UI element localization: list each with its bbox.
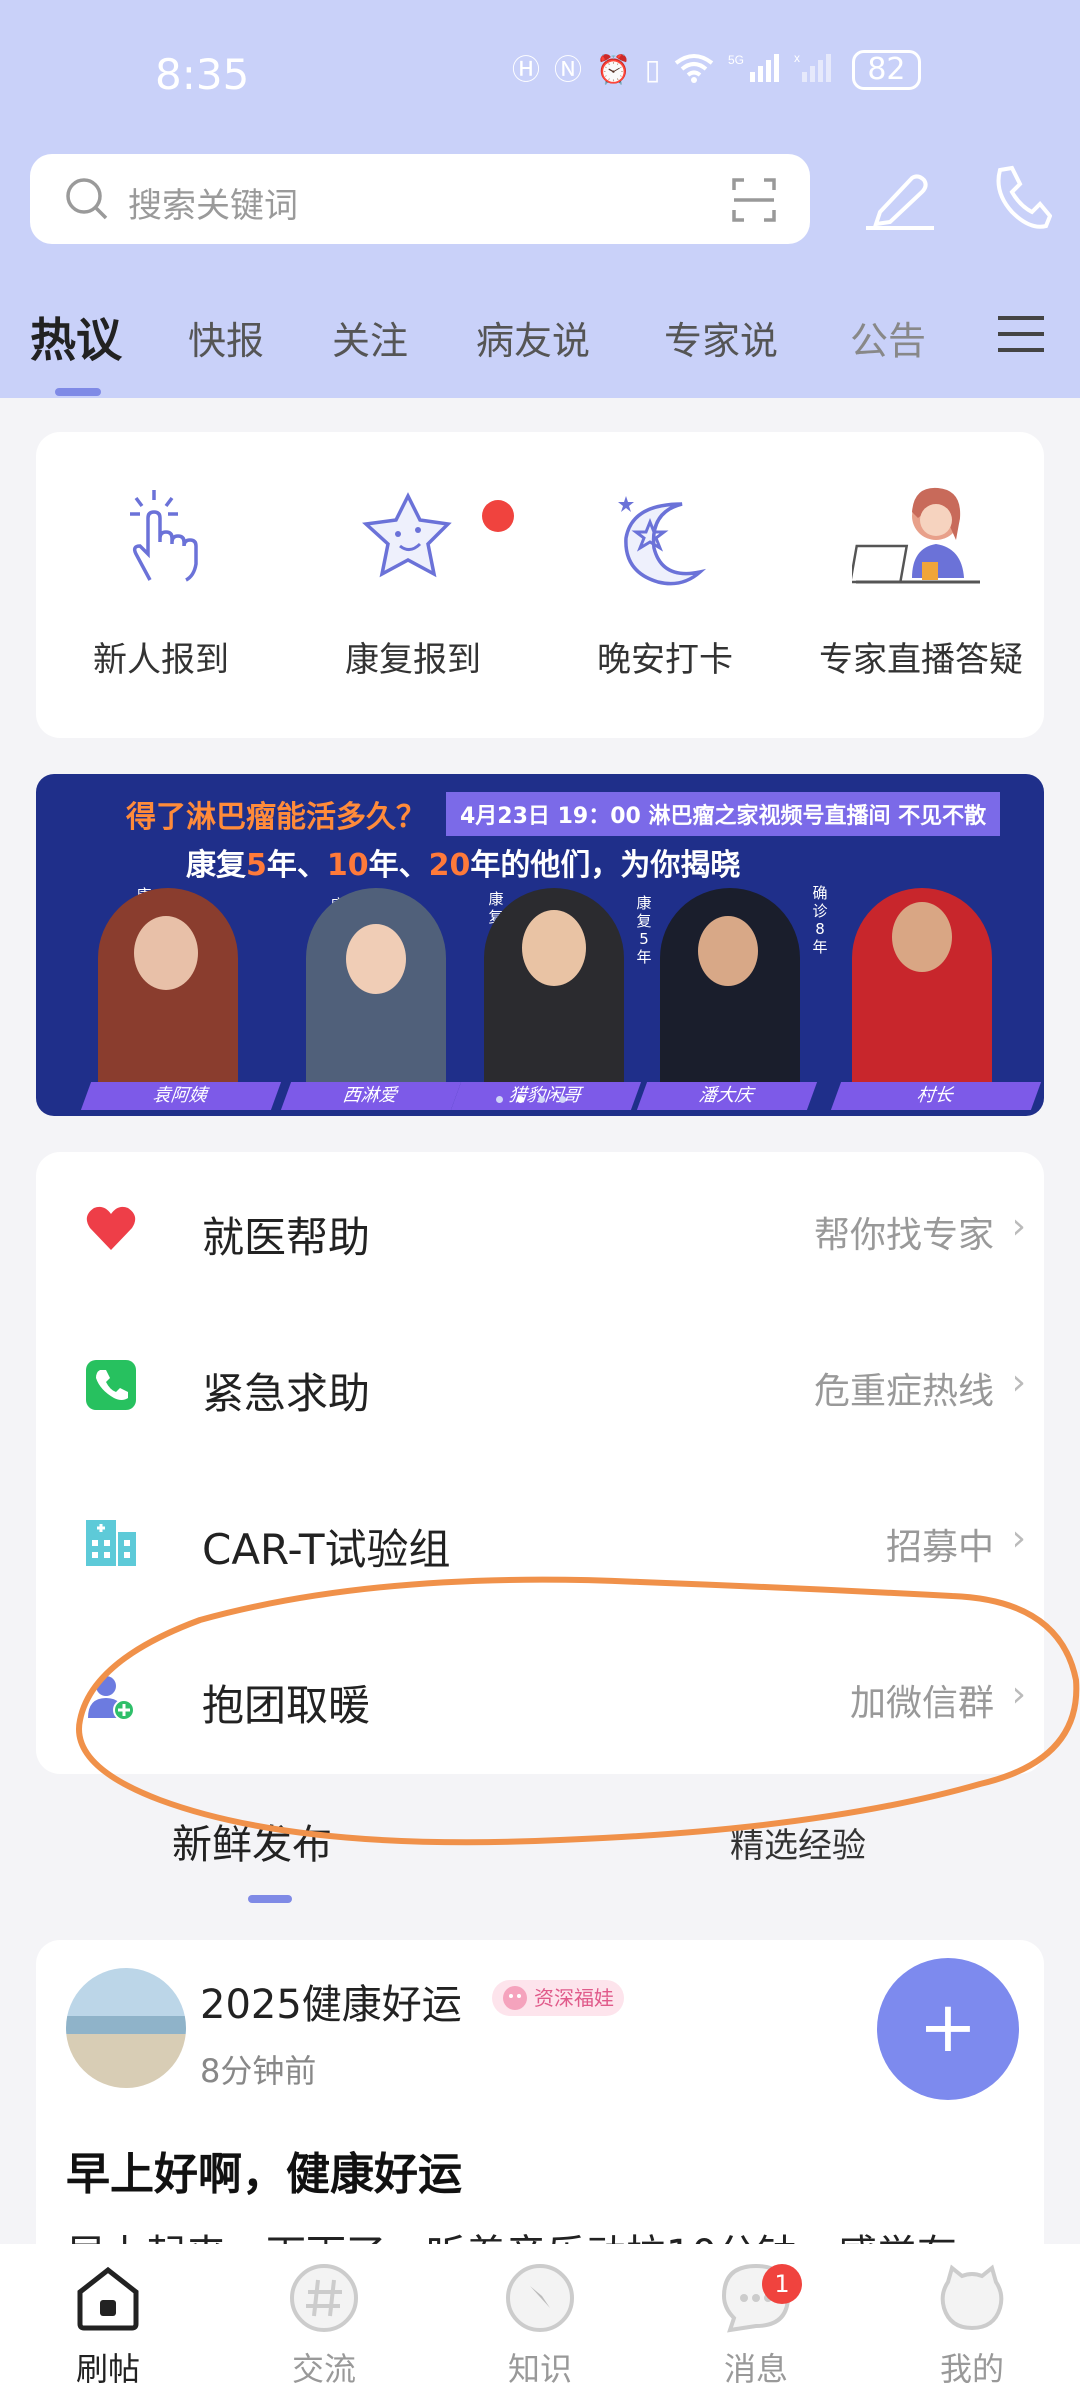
menu-hint: 招募中 (885, 1527, 994, 1568)
status-time: 8:35 (155, 50, 250, 99)
person-face (522, 910, 586, 986)
menu-hint: 加微信群 (849, 1683, 994, 1724)
post-title[interactable]: 早上好啊，健康好运 (66, 2138, 462, 2202)
tab-news[interactable]: 快报 (188, 310, 264, 365)
person-name: 潘大庆 (636, 1082, 818, 1110)
feed-tab-indicator (248, 1895, 292, 1903)
menu-hint: 危重症热线 (813, 1371, 994, 1412)
tab-selected-experience[interactable]: 精选经验 (730, 1818, 866, 1867)
menu-row-medical-help[interactable]: 就医帮助 帮你找专家 › (36, 1152, 1044, 1307)
group-add-icon (88, 1676, 135, 1721)
search-input[interactable]: 搜索关键词 (128, 178, 298, 227)
tab-fresh-posts[interactable]: 新鲜发布 (172, 1812, 332, 1870)
person-face (134, 916, 198, 990)
nav-label: 消息 (723, 2350, 788, 2388)
home-icon (77, 2266, 139, 2331)
menu-label: CAR-T试验组 (202, 1525, 451, 1574)
banner-subheadline: 康复5年、10年、20年的他们，为你揭晓 (186, 848, 741, 883)
nav-label: 交流 (291, 2350, 356, 2388)
hd-icon: Ⓗ (512, 53, 541, 86)
person-years: 确诊8年 (812, 884, 828, 956)
signal-icon: x (794, 51, 838, 89)
menu-icon[interactable] (998, 314, 1044, 354)
person-face (892, 902, 952, 972)
expert-live-icon[interactable] (852, 482, 984, 592)
message-count-badge: 1 (762, 2264, 802, 2304)
wifi-icon (674, 53, 714, 88)
edit-icon[interactable] (862, 168, 938, 232)
post-time: 8分钟前 (200, 2052, 317, 2090)
nav-knowledge[interactable]: 知识 (432, 2244, 648, 2400)
notification-dot (482, 500, 514, 532)
service-menu-card: 就医帮助 帮你找专家 › 紧急求助 危重症热线 › CAR-T试验组 招募中 ›… (36, 1152, 1044, 1774)
menu-label: 抱团取暖 (202, 1681, 371, 1730)
post-username[interactable]: 2025健康好运 (200, 1972, 462, 2030)
phone-icon (86, 1360, 136, 1410)
tab-notice[interactable]: 公告 (850, 310, 926, 365)
menu-row-cart-trial[interactable]: CAR-T试验组 招募中 › (36, 1464, 1044, 1619)
quick-action-newcomer[interactable]: 新人报到 (36, 632, 286, 681)
promo-banner[interactable]: 得了淋巴瘤能活多久？ 4月23日 19：00 淋巴瘤之家视频号直播间 不见不散 … (36, 774, 1044, 1116)
moon-star-icon[interactable] (610, 488, 716, 592)
search-bar[interactable]: 搜索关键词 (30, 154, 810, 244)
tab-hot[interactable]: 热议 (30, 304, 122, 370)
top-tabs: 热议 快报 关注 病友说 专家说 公告 (0, 300, 1080, 380)
nav-label: 刷帖 (75, 2350, 140, 2388)
person-name: 袁阿姨 (80, 1082, 282, 1110)
nav-messages[interactable]: 消息 (648, 2244, 864, 2400)
banner-live-info: 4月23日 19：00 淋巴瘤之家视频号直播间 不见不散 (446, 792, 1001, 836)
person-face (698, 916, 758, 986)
quick-action-expert-live[interactable]: 专家直播答疑 (790, 632, 1052, 681)
person-years: 康复5年 (636, 894, 652, 966)
star-smile-icon[interactable] (356, 490, 466, 590)
hashtag-icon (290, 2264, 358, 2332)
banner-headline: 得了淋巴瘤能活多久？ (126, 800, 426, 835)
nav-profile[interactable]: 我的 (864, 2244, 1080, 2400)
vibrate-icon: ▯ (644, 53, 661, 86)
battery-indicator: 82 (852, 50, 921, 90)
phone-call-icon[interactable] (990, 164, 1052, 230)
badge-icon (503, 1986, 527, 2010)
carousel-dots (496, 1096, 566, 1103)
menu-hint: 帮你找专家 (813, 1215, 994, 1256)
menu-label: 就医帮助 (202, 1213, 371, 1262)
tab-indicator (55, 388, 101, 396)
svg-text:5G: 5G (728, 53, 744, 67)
menu-row-emergency[interactable]: 紧急求助 危重症热线 › (36, 1308, 1044, 1463)
tap-hand-icon[interactable] (116, 488, 208, 588)
nav-exchange[interactable]: 交流 (216, 2244, 432, 2400)
nav-label: 知识 (507, 2350, 572, 2388)
search-icon (66, 178, 108, 220)
tab-experts[interactable]: 专家说 (664, 310, 778, 365)
tab-follow[interactable]: 关注 (332, 310, 408, 365)
chevron-right-icon: › (1011, 1362, 1026, 1403)
compass-icon (506, 2264, 574, 2332)
chevron-right-icon: › (1011, 1518, 1026, 1559)
scan-icon[interactable] (730, 176, 778, 224)
bottom-nav: 刷帖 交流 知识 消息 我的 (0, 2244, 1080, 2400)
chevron-right-icon: › (1011, 1674, 1026, 1715)
avatar[interactable] (66, 1968, 186, 2088)
alarm-icon: ⏰ (596, 53, 631, 86)
menu-label: 紧急求助 (202, 1369, 371, 1418)
menu-row-support-group[interactable]: 抱团取暖 加微信群 › (36, 1620, 1044, 1775)
hospital-icon (86, 1520, 136, 1566)
heart-icon (86, 1206, 136, 1250)
nfc-icon: Ⓝ (554, 53, 583, 86)
quick-action-recovery[interactable]: 康复报到 (288, 632, 538, 681)
tab-patients[interactable]: 病友说 (476, 310, 590, 365)
profile-icon (940, 2264, 1004, 2331)
nav-label: 我的 (939, 2350, 1004, 2388)
signal-5g-icon: 5G (728, 52, 780, 89)
status-icons: Ⓗ Ⓝ ⏰ ▯ 5G x 82 (512, 50, 921, 90)
chevron-right-icon: › (1011, 1206, 1026, 1247)
person-face (346, 924, 406, 994)
person-name: 西淋爱 (280, 1082, 462, 1110)
svg-text:x: x (794, 52, 800, 65)
create-post-button[interactable]: + (877, 1958, 1019, 2100)
nav-home[interactable]: 刷帖 (0, 2244, 216, 2400)
person-name: 村长 (830, 1082, 1042, 1110)
quick-action-goodnight[interactable]: 晚安打卡 (540, 632, 790, 681)
